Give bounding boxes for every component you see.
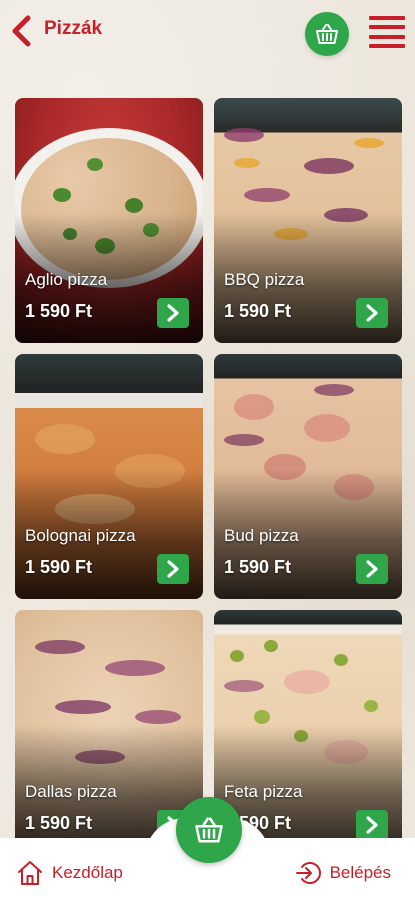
page-title: Pizzák [44, 18, 103, 39]
chevron-right-icon [366, 560, 378, 578]
product-card[interactable]: Bud pizza 1 590 Ft [214, 354, 402, 599]
login-arrow-icon [295, 862, 321, 884]
product-price: 1 590 Ft [224, 301, 292, 321]
home-icon [18, 861, 42, 885]
product-name: BBQ pizza [224, 270, 305, 289]
chevron-right-icon [366, 816, 378, 834]
hamburger-menu-icon [369, 16, 405, 20]
product-price: 1 590 Ft [25, 557, 93, 577]
product-card[interactable]: Aglio pizza 1 590 Ft [15, 98, 203, 343]
product-name: Bolognai pizza [25, 526, 136, 545]
product-name: Feta pizza [224, 782, 303, 801]
nav-login-button[interactable]: Belépés [294, 858, 391, 888]
basket-icon [316, 24, 338, 44]
nav-home-label: Kezdőlap [52, 863, 123, 882]
nav-login-label: Belépés [329, 863, 391, 882]
product-price: 1 590 Ft [25, 813, 93, 833]
product-card[interactable]: BBQ pizza 1 590 Ft [214, 98, 402, 343]
chevron-right-icon [366, 304, 378, 322]
back-button[interactable] [6, 14, 36, 48]
product-open-button[interactable] [356, 810, 388, 838]
product-price: 1 590 Ft [224, 557, 292, 577]
product-open-button[interactable] [157, 554, 189, 584]
product-open-button[interactable] [356, 298, 388, 328]
product-grid: Aglio pizza 1 590 Ft BBQ pizza 1 590 Ft [0, 98, 415, 838]
product-card[interactable]: Bolognai pizza 1 590 Ft [15, 354, 203, 599]
product-card[interactable]: Feta pizza 1 590 Ft [214, 610, 402, 838]
chevron-right-icon [167, 304, 179, 322]
product-name: Aglio pizza [25, 270, 108, 289]
product-open-button[interactable] [356, 554, 388, 584]
product-price: 1 590 Ft [25, 301, 93, 321]
product-name: Dallas pizza [25, 782, 117, 801]
cart-fab-button[interactable] [176, 797, 242, 863]
app-header: Pizzák [0, 0, 415, 64]
cart-button[interactable] [305, 12, 349, 56]
product-name: Bud pizza [224, 526, 299, 545]
chevron-left-icon [12, 15, 31, 47]
chevron-right-icon [167, 560, 179, 578]
product-open-button[interactable] [157, 298, 189, 328]
menu-button[interactable] [369, 14, 405, 50]
product-card[interactable]: Dallas pizza 1 590 Ft [15, 610, 203, 838]
basket-icon [195, 817, 223, 843]
nav-home-button[interactable]: Kezdőlap [16, 858, 123, 888]
